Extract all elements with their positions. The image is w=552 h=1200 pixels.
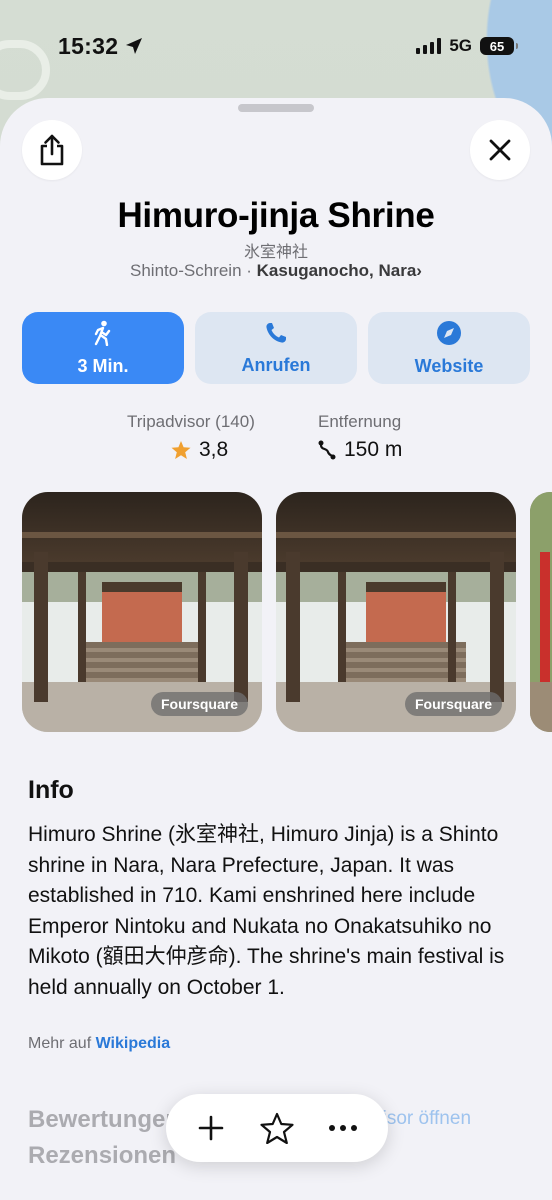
call-button-label: Anrufen [241,354,311,375]
website-button[interactable]: Website [368,312,530,384]
call-button[interactable]: Anrufen [195,312,357,384]
status-time: 15:32 [58,33,144,60]
place-category-line[interactable]: Shinto-Schrein · Kasuganocho, Nara› [0,261,552,281]
compass-icon [437,320,461,345]
more-on-line: Mehr auf Wikipedia [28,1035,170,1053]
network-type: 5G [449,36,472,55]
wikipedia-link[interactable]: Wikipedia [96,1035,171,1052]
distance-label: Entfernung [318,412,402,431]
signal-icon [416,38,442,54]
info-heading: Info [28,776,74,804]
photo-card[interactable]: Foursquare [22,492,262,732]
add-button[interactable] [188,1105,234,1151]
status-right: 5G 65 [416,36,518,56]
close-button[interactable] [470,120,530,180]
floating-toolbar [166,1094,388,1162]
status-bar: 15:32 5G 65 [0,0,552,92]
website-button-label: Website [414,355,484,376]
more-button[interactable] [320,1105,366,1151]
battery-level: 65 [489,38,505,54]
share-button[interactable] [22,120,82,180]
battery-icon: 65 [480,37,518,55]
place-native-name: 氷室神社 [243,242,308,261]
favorite-button[interactable] [254,1105,300,1151]
place-category: Shinto-Schrein [130,261,242,280]
distance-icon [318,440,336,460]
star-icon [171,440,191,459]
location-arrow-icon [126,38,143,54]
distance-stat: Entfernung 150 m [318,412,402,462]
photo-source-badge: Foursquare [150,692,248,716]
category-separator: · [241,261,257,280]
distance-row: 150 m [318,438,402,462]
star-outline-icon [260,1112,294,1144]
photo-source-badge: Foursquare [404,692,502,716]
ellipsis-icon [329,1125,357,1131]
rating-row: 3,8 [171,438,255,462]
place-location: Kasuganocho, Nara [256,261,417,280]
place-title: Himuro-jinja Shrine [117,196,435,235]
close-icon [489,139,511,161]
photo-card[interactable]: Foursquare [276,492,516,732]
route-button[interactable]: 3 Min. [22,312,184,384]
more-on-prefix: Mehr auf [28,1035,96,1052]
chevron-right-icon: › [416,261,422,280]
share-icon [40,134,64,166]
place-card-sheet: Himuro-jinja Shrine 氷室神社 Shinto-Schrein … [0,98,552,1200]
rating-label: Tripadvisor (140) [127,412,255,431]
walk-icon [94,320,111,346]
photo-card-partial[interactable] [530,492,552,732]
rating-value: 3,8 [199,438,229,461]
info-description: Himuro Shrine (氷室神社, Himuro Jinja) is a … [28,823,505,999]
plus-icon [198,1115,224,1141]
distance-value: 150 m [344,438,403,461]
status-time-text: 15:32 [58,32,119,59]
phone-icon [266,322,286,343]
rating-stat[interactable]: Tripadvisor (140) 3,8 [127,412,255,462]
route-button-label: 3 Min. [77,355,129,376]
sheet-grabber[interactable] [238,104,314,112]
